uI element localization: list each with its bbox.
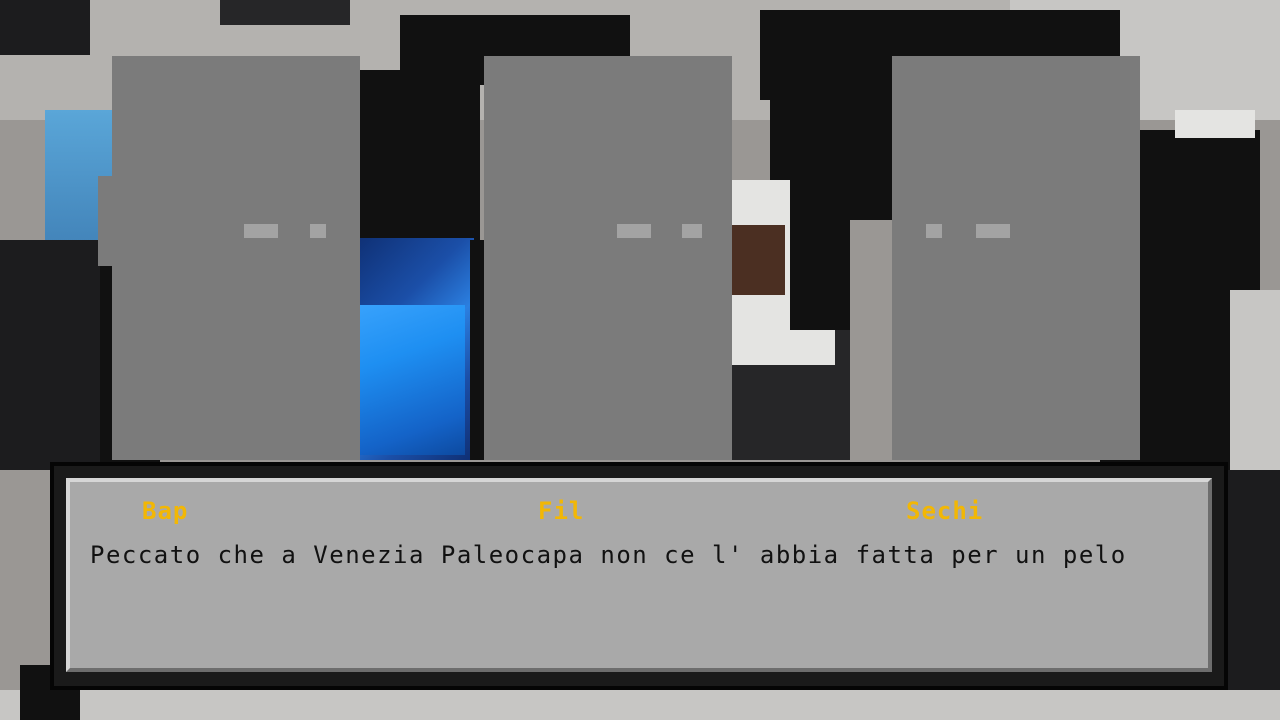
speaker-name-fil: Fil: [538, 497, 585, 525]
background-dark-block: [360, 70, 480, 250]
character-eye: [682, 224, 702, 238]
dialogue-box[interactable]: [50, 462, 1228, 690]
character-eye: [617, 224, 651, 238]
background-cap: [1175, 110, 1255, 138]
background-desk-left: [0, 240, 110, 480]
background-dark-block: [0, 0, 90, 55]
background-floor-right: [1228, 470, 1280, 720]
background-wall-right: [1230, 290, 1280, 470]
character-eye: [926, 224, 942, 238]
background-shirt-2: [725, 330, 835, 365]
game-scene[interactable]: Bap Fil Sechi Peccato che a Venezia Pale…: [0, 0, 1280, 720]
character-eye: [244, 224, 278, 238]
dialogue-text: Peccato che a Venezia Paleocapa non ce l…: [90, 541, 1127, 569]
character-sechi: [892, 56, 1142, 460]
character-fil: [484, 56, 734, 460]
background-floor-bottom: [0, 690, 1280, 720]
dialogue-box-inner: [66, 478, 1212, 672]
speaker-name-sechi: Sechi: [906, 497, 984, 525]
background-dark-block: [220, 0, 350, 25]
background-person: [725, 225, 785, 295]
character-eye: [976, 224, 1010, 238]
character-eye: [310, 224, 326, 238]
speaker-name-bap: Bap: [142, 497, 189, 525]
character-bap: [98, 56, 362, 460]
